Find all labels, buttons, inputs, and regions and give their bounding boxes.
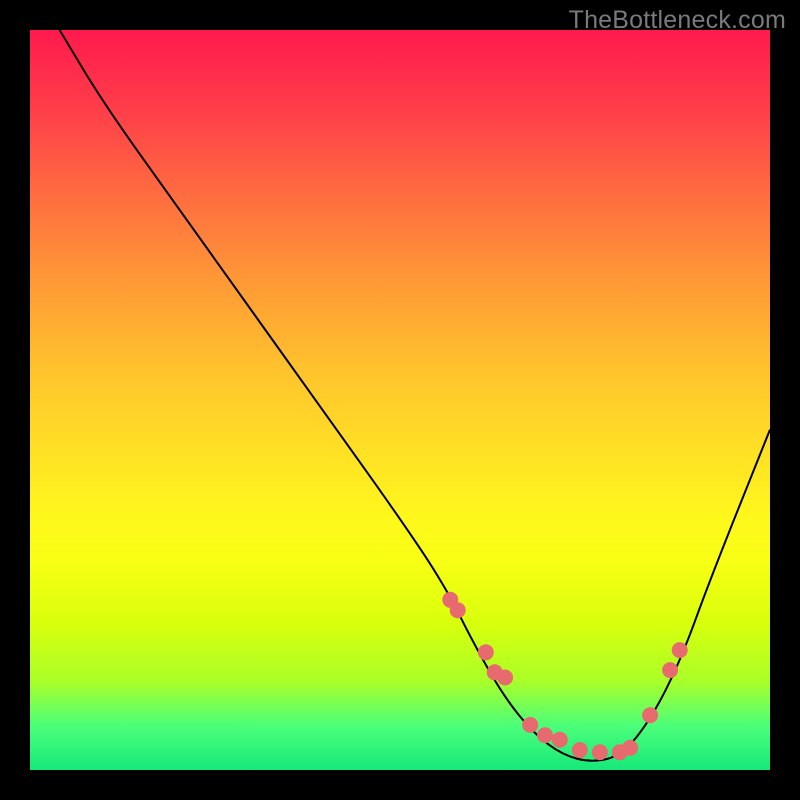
highlight-dot	[478, 644, 494, 660]
highlight-dot	[662, 662, 678, 678]
plot-area	[30, 30, 770, 770]
highlight-dot	[672, 642, 688, 658]
watermark-text: TheBottleneck.com	[569, 6, 786, 35]
highlight-dot	[497, 670, 513, 686]
highlight-dot	[522, 717, 538, 733]
highlight-dot	[552, 732, 568, 748]
bottleneck-curve	[60, 30, 770, 761]
highlight-dot	[572, 742, 588, 758]
highlight-dot	[642, 707, 658, 723]
highlight-dots-group	[442, 592, 687, 760]
highlight-dot	[537, 727, 553, 743]
highlight-dot	[592, 744, 608, 760]
highlight-dot	[450, 602, 466, 618]
highlight-dot	[622, 740, 638, 756]
bottleneck-curve-svg	[30, 30, 770, 770]
